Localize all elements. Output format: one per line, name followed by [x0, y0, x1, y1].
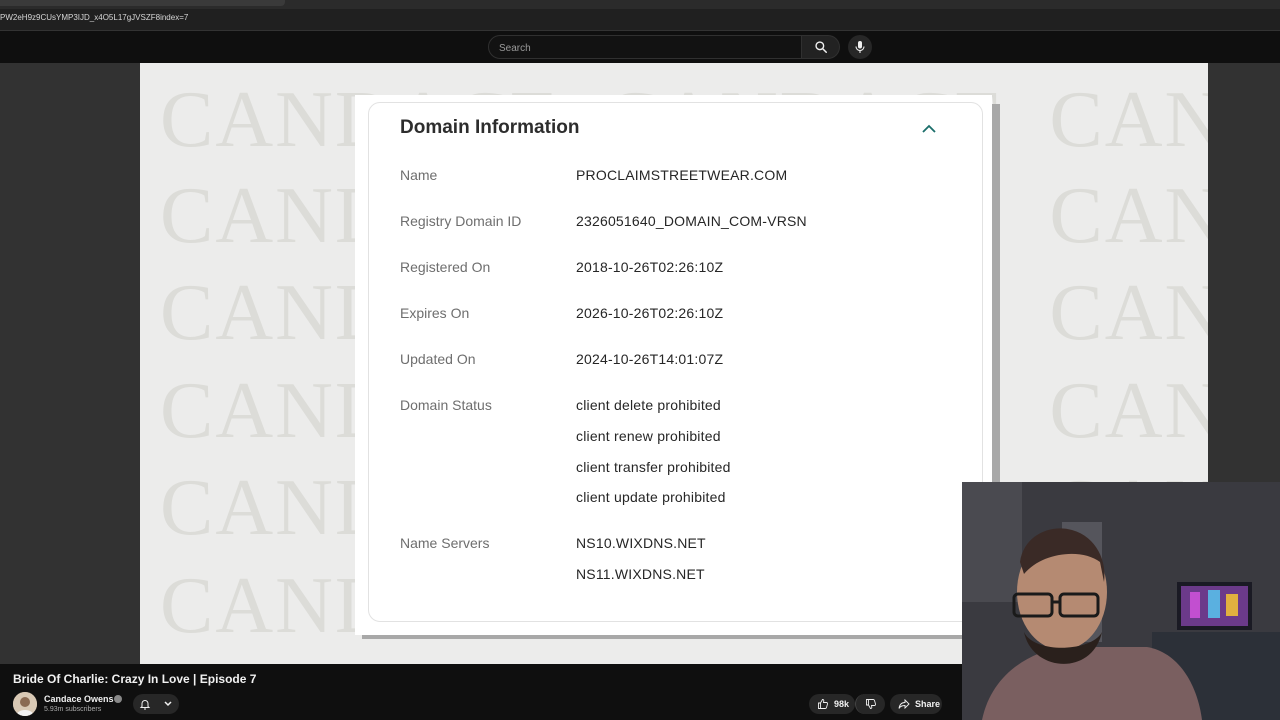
- name-server-value: NS10.WIXDNS.NET: [576, 535, 706, 551]
- domain-status-label: Domain Status: [400, 397, 492, 413]
- registry-id-label: Registry Domain ID: [400, 213, 522, 229]
- thumbs-down-icon: [865, 699, 876, 709]
- thumbs-up-icon: [818, 699, 829, 709]
- subscriber-count: 5.93m subscribers: [44, 706, 102, 713]
- name-value: PROCLAIMSTREETWEAR.COM: [576, 167, 788, 183]
- verified-icon: [114, 695, 122, 703]
- like-count: 98k: [834, 699, 850, 709]
- webcam-overlay: [962, 482, 1280, 720]
- search-input[interactable]: [497, 40, 791, 56]
- updated-on-label: Updated On: [400, 351, 476, 367]
- address-bar-url: PW2eH9z9CUsYMP3IJD_x4O5L17gJVSZF8index=7: [0, 13, 189, 22]
- share-button[interactable]: Share: [890, 694, 942, 714]
- updated-on-value: 2024-10-26T14:01:07Z: [576, 351, 724, 367]
- like-button[interactable]: 98k: [809, 694, 855, 714]
- domain-status-value: client update prohibited: [576, 489, 726, 505]
- address-bar[interactable]: PW2eH9z9CUsYMP3IJD_x4O5L17gJVSZF8index=7: [0, 9, 1280, 31]
- search-icon: [814, 41, 827, 54]
- name-label: Name: [400, 167, 438, 183]
- chevron-up-icon[interactable]: [921, 123, 937, 135]
- card-title: Domain Information: [400, 117, 580, 138]
- notification-button[interactable]: [133, 694, 179, 714]
- expires-on-value: 2026-10-26T02:26:10Z: [576, 305, 724, 321]
- domain-status-value: client transfer prohibited: [576, 459, 731, 475]
- expires-on-label: Expires On: [400, 305, 470, 321]
- domain-status-value: client delete prohibited: [576, 397, 721, 413]
- share-label: Share: [915, 699, 941, 709]
- registry-id-value: 2326051640_DOMAIN_COM-VRSN: [576, 213, 807, 229]
- bell-icon: [139, 700, 151, 710]
- domain-status-value: client renew prohibited: [576, 428, 721, 444]
- dislike-button[interactable]: [855, 694, 885, 714]
- mic-icon: [855, 41, 865, 53]
- avatar[interactable]: [13, 692, 37, 716]
- share-icon: [898, 698, 910, 710]
- registered-on-value: 2018-10-26T02:26:10Z: [576, 259, 724, 275]
- name-servers-label: Name Servers: [400, 535, 490, 551]
- browser-tab-strip: [0, 0, 1280, 9]
- masthead: [0, 31, 1280, 63]
- avatar-image: [13, 692, 37, 716]
- channel-name[interactable]: Candace Owens: [44, 694, 114, 704]
- voice-search-button[interactable]: [848, 35, 872, 59]
- browser-tab[interactable]: [0, 0, 285, 6]
- webcam-image: [962, 482, 1280, 720]
- domain-info-panel: Domain Information Name PROCLAIMSTREETWE…: [368, 102, 983, 622]
- name-server-value: NS11.WIXDNS.NET: [576, 566, 705, 582]
- chevron-down-icon: [164, 701, 172, 707]
- registered-on-label: Registered On: [400, 259, 491, 275]
- search-button[interactable]: [802, 35, 840, 59]
- video-title[interactable]: Bride Of Charlie: Crazy In Love | Episod…: [13, 672, 256, 686]
- domain-info-card: Domain Information Name PROCLAIMSTREETWE…: [355, 95, 992, 635]
- search-box[interactable]: [488, 35, 802, 59]
